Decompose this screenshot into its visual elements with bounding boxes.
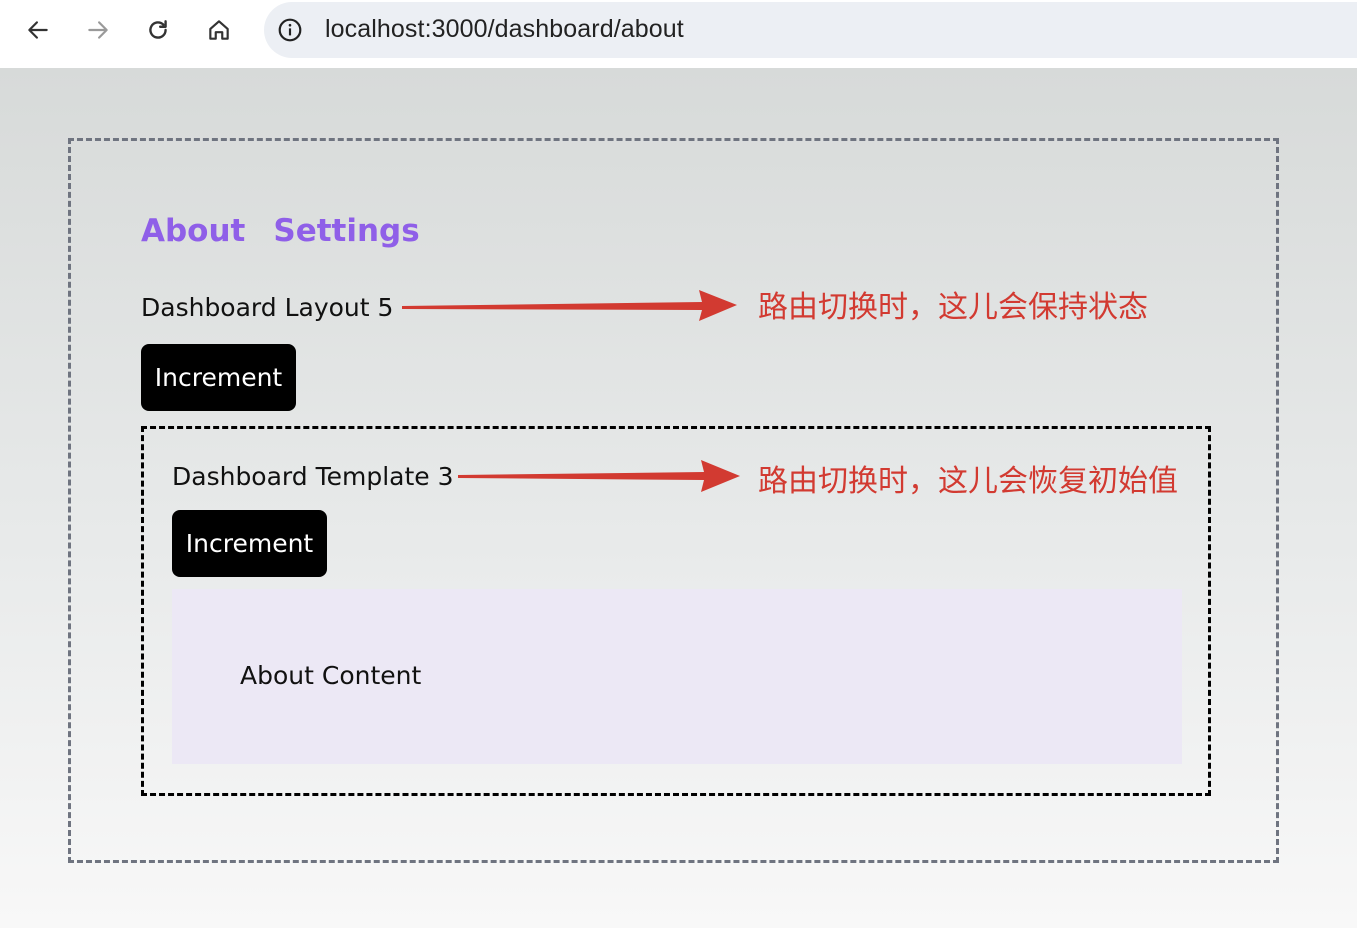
annotation-layout-note: 路由切换时，这儿会保持状态 [758,290,1148,325]
info-icon [278,18,302,42]
dashboard-nav: About Settings [141,213,420,249]
home-button[interactable] [199,10,239,50]
template-increment-button[interactable]: Increment [172,510,327,577]
reload-icon [149,20,167,39]
about-content-text: About Content [240,661,422,690]
window-bottom-edge [0,928,1357,940]
layout-increment-button[interactable]: Increment [141,344,296,411]
nav-link-settings[interactable]: Settings [273,213,419,249]
forward-button[interactable] [78,10,118,50]
back-button[interactable] [18,10,58,50]
annotation-template-note: 路由切换时，这儿会恢复初始值 [758,464,1178,499]
arrow-left-icon [28,21,48,39]
address-bar[interactable]: localhost:3000/dashboard/about [264,2,1357,58]
reload-button[interactable] [138,10,178,50]
about-content-panel: About Content [172,589,1182,764]
site-info-button[interactable] [276,16,304,44]
layout-counter-label: Dashboard Layout 5 [141,293,394,322]
dashboard-layout-container: About Settings Dashboard Layout 5 Increm… [68,138,1279,863]
url-text[interactable]: localhost:3000/dashboard/about [325,15,684,44]
browser-toolbar: localhost:3000/dashboard/about [0,0,1357,68]
template-counter-label: Dashboard Template 3 [172,462,454,491]
arrow-right-icon [88,21,108,39]
nav-link-about[interactable]: About [141,213,245,249]
home-icon [209,20,229,40]
